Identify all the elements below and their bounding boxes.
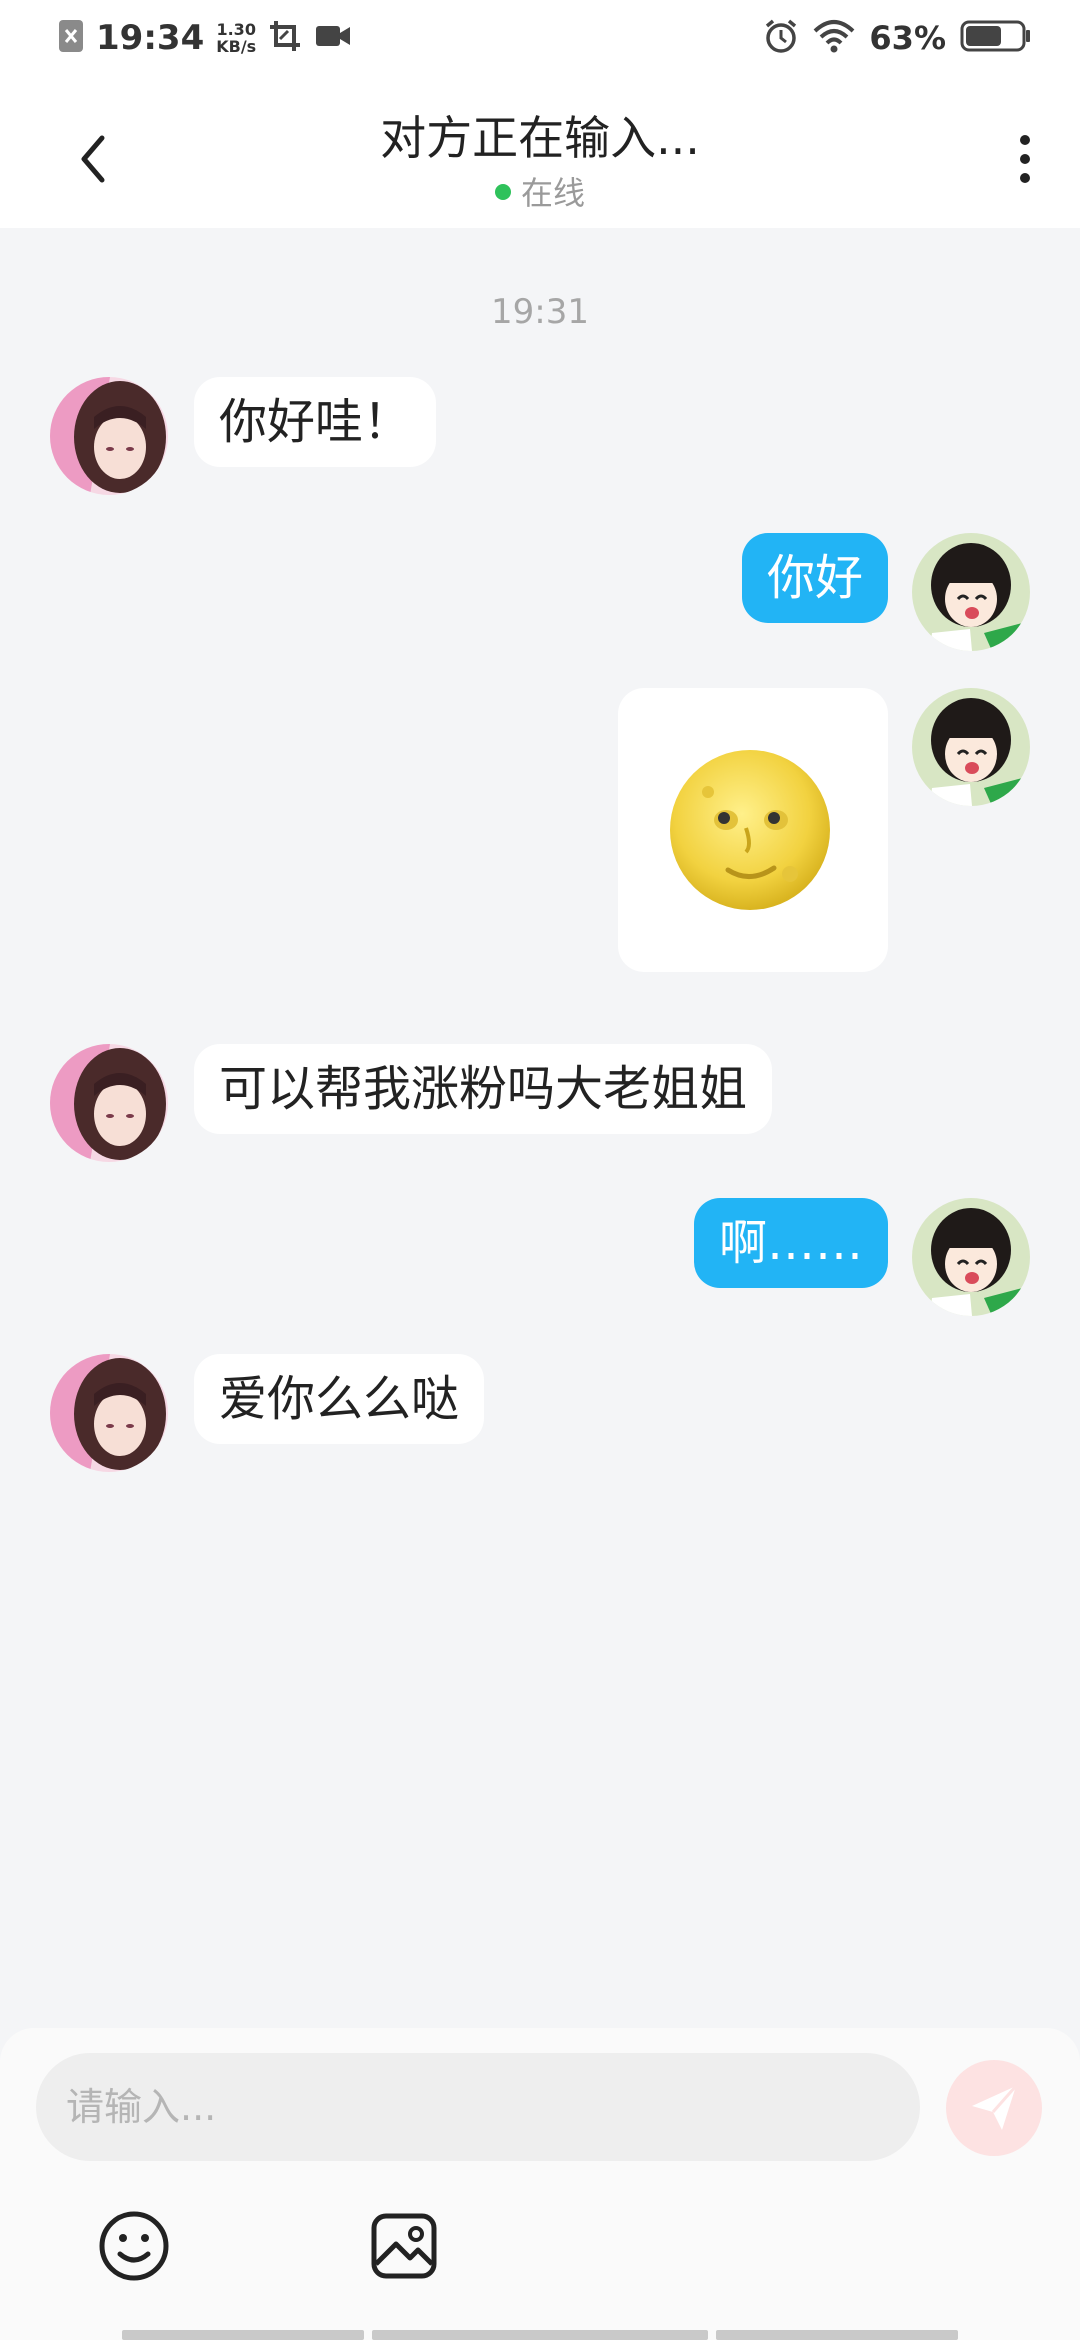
time-divider: 19:31	[491, 292, 589, 332]
nav-bar-segment	[372, 2330, 708, 2340]
my-avatar[interactable]	[912, 1198, 1030, 1316]
message-incoming[interactable]: 爱你么么哒	[194, 1354, 485, 1444]
send-button[interactable]	[946, 2060, 1042, 2156]
contact-avatar[interactable]	[50, 1354, 168, 1472]
network-speed-unit: KB/s	[216, 37, 257, 56]
status-bar: 19:34 1.30 KB/s 63%	[0, 0, 1080, 84]
emoji-icon	[99, 2211, 169, 2281]
nav-bar-segment	[122, 2330, 364, 2340]
chat-header: 对方正在输入... 在线	[0, 84, 1080, 228]
message-outgoing[interactable]: 你好	[741, 533, 888, 623]
battery-percent: 63%	[869, 19, 946, 57]
image-icon	[371, 2213, 437, 2279]
wifi-icon	[813, 19, 855, 57]
message-input[interactable]	[36, 2053, 920, 2161]
contact-avatar[interactable]	[50, 377, 168, 495]
more-options-button[interactable]	[1010, 124, 1040, 194]
my-avatar[interactable]	[912, 688, 1030, 806]
input-area	[0, 2028, 1080, 2340]
moon-face-emoji-icon	[670, 750, 830, 910]
my-avatar[interactable]	[912, 533, 1030, 651]
nav-bar-segment	[716, 2330, 958, 2340]
status-time: 19:34	[96, 18, 205, 58]
alarm-icon	[763, 18, 799, 58]
battery-icon	[960, 19, 1032, 57]
online-status-label: 在线	[520, 174, 585, 212]
contact-avatar[interactable]	[50, 1044, 168, 1162]
network-speed: 1.30 KB/s	[216, 21, 256, 55]
emoji-button[interactable]	[96, 2208, 172, 2284]
screenshot-icon	[268, 19, 302, 57]
paper-plane-icon	[972, 2085, 1018, 2130]
video-icon	[314, 22, 352, 54]
message-outgoing[interactable]: 啊……	[693, 1198, 888, 1288]
message-incoming[interactable]: 可以帮我涨粉吗大老姐姐	[194, 1044, 773, 1134]
more-vertical-icon	[1020, 135, 1030, 183]
chat-title: 对方正在输入...	[380, 111, 700, 165]
online-dot-icon	[494, 184, 511, 200]
message-image[interactable]	[618, 688, 888, 972]
image-button[interactable]	[366, 2208, 442, 2284]
message-incoming[interactable]: 你好哇！	[194, 377, 437, 467]
notification-x-icon	[58, 19, 84, 57]
online-status: 在线	[0, 168, 1080, 214]
